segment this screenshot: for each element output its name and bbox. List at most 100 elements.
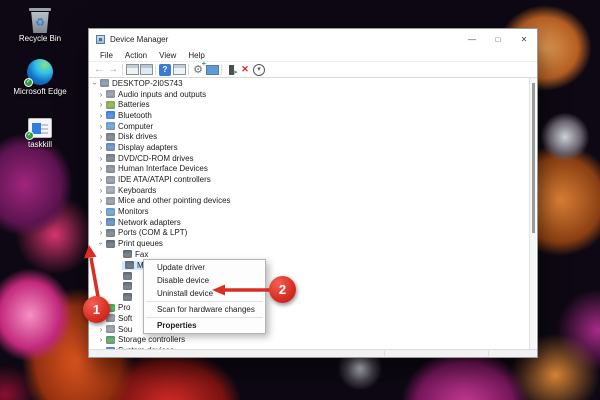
tree-item-label: Print queues [118, 239, 163, 249]
status-bar-divider [384, 351, 385, 356]
uninstall-device-icon[interactable]: ✕ [238, 63, 252, 76]
tree-row[interactable]: › Storage controllers [90, 335, 529, 346]
vertical-scrollbar[interactable] [529, 78, 536, 349]
disable-device-icon[interactable] [252, 63, 266, 76]
minimize-button[interactable]: — [459, 29, 485, 49]
chevron-collapsed-icon[interactable]: › [97, 325, 105, 334]
network-adapter-icon [106, 218, 115, 227]
check-badge-icon: ✓ [25, 131, 34, 140]
tree-item-label: Pro [118, 303, 131, 313]
toolbar-separator [221, 64, 222, 75]
monitor-icon [106, 207, 115, 216]
context-menu-item-properties[interactable]: Properties [144, 319, 265, 332]
tree-row[interactable]: › Mice and other pointing devices [90, 196, 529, 207]
chevron-collapsed-icon[interactable]: › [97, 207, 105, 216]
tree-row[interactable]: › Computer [90, 121, 529, 132]
chevron-collapsed-icon[interactable]: › [97, 143, 105, 152]
chevron-collapsed-icon[interactable]: › [97, 186, 105, 195]
tree-row[interactable]: › DESKTOP-2I0S743 [90, 78, 529, 89]
tree-row[interactable]: › Ports (COM & LPT) [90, 228, 529, 239]
printer-icon [123, 271, 132, 280]
chevron-collapsed-icon[interactable]: › [97, 228, 105, 237]
printer-icon [125, 261, 134, 270]
chevron-collapsed-icon[interactable]: › [97, 335, 105, 344]
tree-item-label: Sou [118, 324, 133, 334]
tree-row[interactable]: › Disk drives [90, 131, 529, 142]
desktop-icon-taskkill[interactable]: ✓ taskkill [8, 110, 72, 149]
menu-help[interactable]: Help [182, 51, 210, 60]
ide-controller-icon [106, 175, 115, 184]
chevron-collapsed-icon[interactable]: › [97, 164, 105, 173]
printer-icon [123, 293, 132, 302]
toolbar-separator [122, 64, 123, 75]
printer-icon [123, 250, 132, 259]
chevron-expanded-icon[interactable]: › [97, 240, 106, 248]
step2-badge: 2 [269, 276, 296, 303]
toolbar-separator [188, 64, 189, 75]
context-menu: Update driver Disable device Uninstall dev… [143, 259, 266, 334]
desktop-icon-label: Microsoft Edge [13, 87, 67, 96]
title-bar[interactable]: Device Manager — □ ✕ [89, 29, 537, 49]
console-window-icon[interactable] [125, 63, 139, 76]
tree-row[interactable]: › Display adapters [90, 142, 529, 153]
context-menu-item-update-driver[interactable]: Update driver [144, 261, 265, 274]
scan-hardware-icon[interactable]: ⚙ [191, 61, 206, 76]
back-icon[interactable]: ← [92, 63, 106, 76]
tree-row[interactable]: › DVD/CD-ROM drives [90, 153, 529, 164]
chevron-collapsed-icon[interactable]: › [97, 90, 105, 99]
storage-controller-icon [106, 335, 115, 344]
check-badge-icon: ✓ [24, 78, 33, 87]
chevron-collapsed-icon[interactable]: › [97, 111, 105, 120]
toolbar: ←→? ⚙ ✕ [89, 61, 537, 78]
toolbar-separator [155, 64, 156, 75]
tree-item-label: Ports (COM & LPT) [118, 228, 188, 238]
tree-row[interactable]: › Bluetooth [90, 110, 529, 121]
computer-icon [100, 79, 109, 88]
help-icon[interactable]: ? [159, 63, 171, 76]
chevron-expanded-icon[interactable]: › [91, 79, 100, 87]
step1-badge: 1 [83, 296, 110, 323]
chevron-collapsed-icon[interactable]: › [97, 196, 105, 205]
scrollbar-thumb[interactable] [532, 83, 535, 233]
properties-panel-icon[interactable] [139, 63, 153, 76]
tree-row[interactable]: › Human Interface Devices [90, 164, 529, 175]
chevron-collapsed-icon[interactable]: › [97, 100, 105, 109]
chevron-collapsed-icon[interactable]: › [97, 122, 105, 131]
tree-row[interactable]: › Keyboards [90, 185, 529, 196]
status-bar [89, 349, 537, 357]
chevron-collapsed-icon[interactable]: › [97, 132, 105, 141]
maximize-button[interactable]: □ [485, 29, 511, 49]
details-panel-icon[interactable] [172, 63, 186, 76]
chevron-collapsed-icon[interactable]: › [97, 218, 105, 227]
update-driver-icon[interactable] [224, 63, 238, 76]
desktop-icon-recycle-bin[interactable]: ♻ Recycle Bin [8, 4, 72, 43]
recycle-symbol-icon: ♻ [31, 12, 49, 33]
tree-item-label: DVD/CD-ROM drives [118, 153, 194, 163]
printer-icon [123, 282, 132, 291]
context-menu-separator [146, 301, 263, 302]
context-menu-item-disable-device[interactable]: Disable device [144, 274, 265, 287]
tree-item-label: Batteries [118, 100, 150, 110]
tree-item-label: Monitors [118, 207, 149, 217]
desktop-icon-microsoft-edge[interactable]: ✓ Microsoft Edge [8, 57, 72, 96]
tree-row[interactable]: › Print queues [90, 238, 529, 249]
sound-icon [106, 325, 115, 334]
remote-computer-icon[interactable] [205, 63, 219, 76]
menu-file[interactable]: File [94, 51, 119, 60]
tree-item-label: Fax [135, 249, 149, 259]
recycle-bin-lid [29, 8, 51, 11]
tree-row[interactable]: › Audio inputs and outputs [90, 89, 529, 100]
tree-row[interactable]: › Network adapters [90, 217, 529, 228]
close-button[interactable]: ✕ [511, 29, 537, 49]
menu-action[interactable]: Action [119, 51, 153, 60]
chevron-collapsed-icon[interactable]: › [97, 154, 105, 163]
tree-row[interactable]: › Batteries [90, 99, 529, 110]
context-menu-item-scan-for-hardware-changes[interactable]: Scan for hardware changes [144, 303, 265, 316]
tree-row[interactable]: › Monitors [90, 206, 529, 217]
context-menu-item-uninstall-device[interactable]: Uninstall device [144, 287, 265, 300]
bluetooth-icon [106, 111, 115, 120]
forward-icon[interactable]: → [106, 63, 120, 76]
chevron-collapsed-icon[interactable]: › [97, 175, 105, 184]
menu-view[interactable]: View [153, 51, 182, 60]
tree-row[interactable]: › IDE ATA/ATAPI controllers [90, 174, 529, 185]
